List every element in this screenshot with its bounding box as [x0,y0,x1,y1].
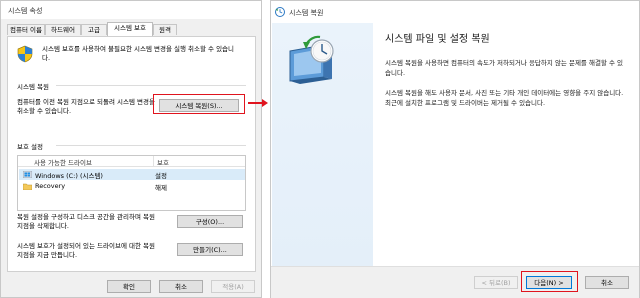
wizard-side-pane [272,23,373,266]
drive-list-header: 사용 가능한 드라이브 보호 [18,156,245,167]
system-restore-app-icon [275,7,285,17]
cancel-button[interactable]: 취소 [159,280,203,293]
ok-button[interactable]: 확인 [107,280,151,293]
restore-description: 컴퓨터를 이전 복원 지점으로 되돌려 시스템 변경을 취소할 수 있습니다. [17,98,155,115]
protection-description: 시스템 보호를 사용하여 불필요한 시스템 변경을 실행 취소할 수 있습니다. [42,45,235,62]
system-restore-graphic-icon [289,35,334,84]
wizard-paragraph-2: 시스템 복원을 해도 사용자 문서, 사진 또는 기타 개인 데이터에는 영향을… [385,89,624,107]
windows-drive-icon [23,171,32,178]
system-protection-panel: 시스템 보호를 사용하여 불필요한 시스템 변경을 실행 취소할 수 있습니다.… [7,36,256,272]
column-header-protection[interactable]: 보호 [157,157,169,167]
back-button[interactable]: < 뒤로(B) [474,276,518,289]
protection-group-divider [56,145,246,146]
create-description: 시스템 보호가 설정되어 있는 드라이브에 대한 복원 지점을 지금 만듭니다. [17,242,155,259]
wizard-button-bar [271,266,639,298]
drive-row-windows[interactable]: Windows (C:) (시스템) 설정 [19,169,245,180]
shield-icon [17,45,33,63]
drive-row-recovery[interactable]: Recovery 해제 [19,181,245,192]
drive-protection-status: 해제 [155,184,167,192]
window-title: 시스템 복원 [289,9,324,17]
tab-system-protection[interactable]: 시스템 보호 [107,22,153,36]
tab-hardware[interactable]: 하드웨어 [45,24,81,35]
system-properties-dialog: 시스템 속성 컴퓨터 이름 하드웨어 고급 시스템 보호 원격 시스템 보호를 … [0,0,262,298]
create-button[interactable]: 만들기(C)... [177,243,243,256]
drive-name: Recovery [35,182,66,190]
title-bar: 시스템 복원 [271,1,639,23]
title-bar: 시스템 속성 [1,1,261,19]
highlight-next-button [521,271,578,292]
tab-advanced[interactable]: 고급 [81,24,107,35]
folder-drive-icon [23,183,32,190]
tab-remote[interactable]: 원격 [153,24,177,35]
highlight-system-restore [153,94,245,114]
cancel-button[interactable]: 취소 [585,276,629,289]
system-restore-window: 시스템 복원 시스템 파일 및 설정 복원 시스템 복원을 사용하면 컴퓨터의 … [270,0,640,298]
protection-group-label: 보호 설정 [17,143,43,151]
configure-description: 복원 설정을 구성하고 디스크 공간을 관리하며 복원 지점을 삭제합니다. [17,213,155,230]
drive-list[interactable]: 사용 가능한 드라이브 보호 Windows (C:) (시스템) 설정 Rec… [17,155,246,211]
drive-name: Windows (C:) (시스템) [35,172,103,180]
column-header-drive[interactable]: 사용 가능한 드라이브 [34,157,92,167]
wizard-heading: 시스템 파일 및 설정 복원 [385,34,490,45]
callout-arrow-icon [262,99,268,107]
window-title: 시스템 속성 [8,7,43,15]
wizard-paragraph-1: 시스템 복원을 사용하면 컴퓨터의 속도가 저하되거나 응답하지 않는 문제를 … [385,59,624,77]
restore-group-label: 시스템 복원 [17,83,49,91]
restore-group-divider [56,85,246,86]
drive-protection-status: 설정 [155,172,167,180]
tab-computer-name[interactable]: 컴퓨터 이름 [7,24,45,35]
configure-button[interactable]: 구성(O)... [177,215,243,228]
column-separator [153,156,154,166]
apply-button[interactable]: 적용(A) [211,280,255,293]
